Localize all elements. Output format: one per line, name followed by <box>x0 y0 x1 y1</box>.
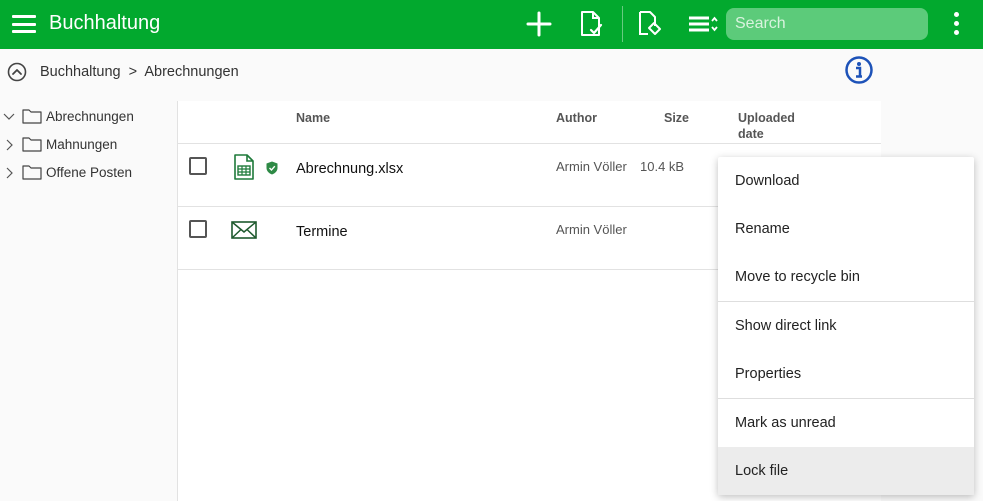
menu-item-download[interactable]: Download <box>718 157 974 205</box>
toolbar-separator <box>622 6 623 42</box>
more-vert-icon[interactable] <box>948 12 964 38</box>
mail-icon <box>231 221 257 239</box>
tree-item-offene-posten[interactable]: Offene Posten <box>0 161 178 185</box>
file-size: 10.4 kB <box>640 159 685 174</box>
chevron-up-circle-icon[interactable] <box>7 62 27 82</box>
menu-item-mark-as-unread[interactable]: Mark as unread <box>718 399 974 447</box>
shield-check-icon <box>266 161 278 175</box>
folder-tree: Abrechnungen Mahnungen Offene Posten <box>0 101 178 501</box>
chevron-right-icon[interactable] <box>3 167 15 179</box>
chevron-down-icon[interactable] <box>3 111 15 123</box>
menu-item-move-to-recycle-bin[interactable]: Move to recycle bin <box>718 253 974 301</box>
folder-icon <box>22 137 42 152</box>
column-header-uploaded-line1: Uploaded <box>738 111 795 125</box>
sort-list-icon[interactable] <box>687 10 719 38</box>
breadcrumb-bar: Buchhaltung > Abrechnungen <box>0 49 983 101</box>
column-header-size[interactable]: Size <box>664 110 689 126</box>
search-input[interactable] <box>726 8 928 40</box>
chevron-right-icon[interactable] <box>3 139 15 151</box>
breadcrumb: Buchhaltung > Abrechnungen <box>40 64 239 80</box>
column-header-uploaded-line2: date <box>738 127 764 141</box>
tag-document-icon[interactable] <box>635 10 663 38</box>
breadcrumb-current: Abrechnungen <box>144 64 239 80</box>
tree-item-mahnungen[interactable]: Mahnungen <box>0 133 178 157</box>
file-name[interactable]: Abrechnung.xlsx <box>296 161 403 177</box>
menu-item-properties[interactable]: Properties <box>718 350 974 398</box>
breadcrumb-root[interactable]: Buchhaltung <box>40 64 121 80</box>
tree-item-label: Offene Posten <box>46 165 133 180</box>
folder-icon <box>22 109 42 124</box>
menu-item-rename[interactable]: Rename <box>718 205 974 253</box>
file-name[interactable]: Termine <box>296 224 348 240</box>
info-icon[interactable] <box>844 55 874 85</box>
file-author: Armin Völler <box>556 159 627 174</box>
spreadsheet-icon <box>234 154 254 180</box>
folder-icon <box>22 165 42 180</box>
menu-item-show-direct-link[interactable]: Show direct link <box>718 302 974 350</box>
breadcrumb-separator: > <box>128 64 138 80</box>
add-icon[interactable] <box>525 10 553 38</box>
tree-item-label: Mahnungen <box>46 137 118 152</box>
file-author: Armin Völler <box>556 222 627 237</box>
table-header: Name Author Size Uploaded date <box>178 101 881 144</box>
context-menu: Download Rename Move to recycle bin Show… <box>718 157 974 495</box>
app-title: Buchhaltung <box>49 12 161 34</box>
approve-document-icon[interactable] <box>577 10 605 38</box>
row-checkbox[interactable] <box>189 220 207 238</box>
row-checkbox[interactable] <box>189 157 207 175</box>
column-header-name[interactable]: Name <box>296 110 330 126</box>
column-header-author[interactable]: Author <box>556 110 597 126</box>
menu-icon[interactable] <box>12 15 36 33</box>
tree-item-label: Abrechnungen <box>46 109 134 124</box>
column-header-uploaded[interactable]: Uploaded date <box>738 110 795 142</box>
menu-item-lock-file[interactable]: Lock file <box>718 447 974 495</box>
app-header: Buchhaltung <box>0 0 983 49</box>
tree-item-abrechnungen[interactable]: Abrechnungen <box>0 105 178 129</box>
